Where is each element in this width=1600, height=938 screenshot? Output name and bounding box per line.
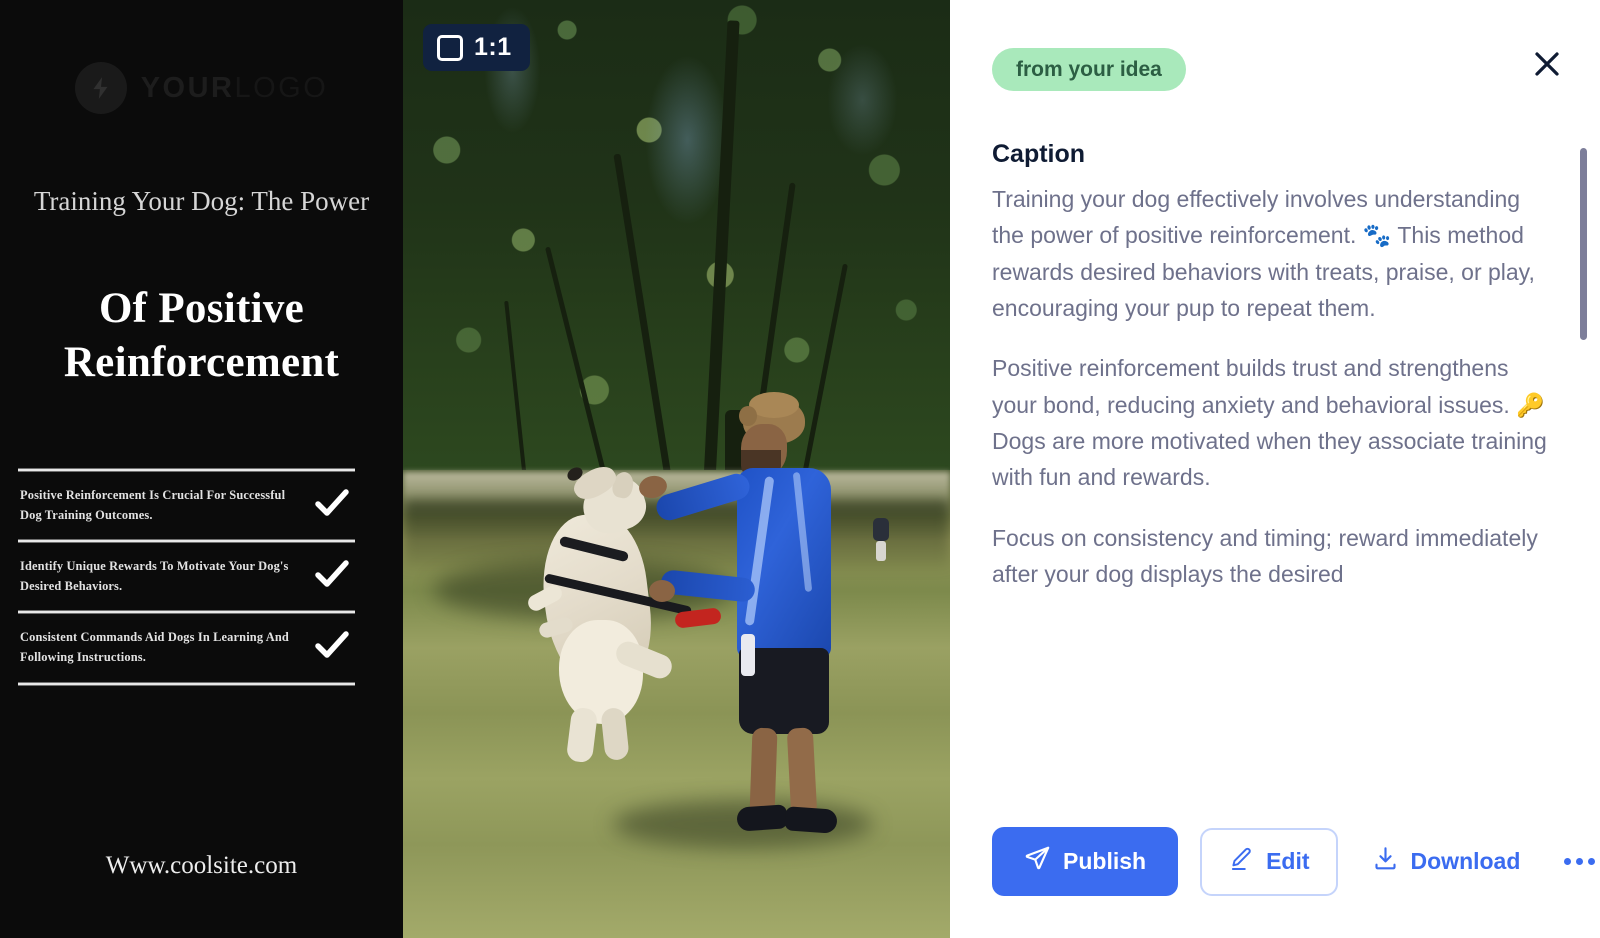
poster-preview[interactable]: YOURLOGO Training Your Dog: The Power Of… (0, 0, 403, 938)
action-bar: Publish Edit Download (992, 827, 1596, 896)
close-icon (1532, 49, 1562, 82)
edit-button[interactable]: Edit (1200, 827, 1338, 896)
check-icon (315, 488, 349, 522)
download-icon (1372, 845, 1399, 878)
content-preview-modal: YOURLOGO Training Your Dog: The Power Of… (0, 0, 1600, 938)
close-button[interactable] (1526, 44, 1568, 86)
park-dog-training-photo (403, 0, 950, 938)
poster-title-bold: Of Positive Reinforcement (63, 285, 340, 386)
check-icon (315, 560, 349, 593)
caption-paragraph: Positive reinforcement builds trust and … (992, 355, 1547, 491)
tree-canopy (403, 0, 950, 500)
checklist-item-label: Positive Reinforcement Is Crucial For Su… (20, 488, 286, 523)
poster-website-url: Www.coolsite.com (105, 852, 298, 879)
download-label: Download (1410, 848, 1521, 874)
pencil-icon (1228, 846, 1254, 878)
panel-header: from your idea (992, 48, 1564, 91)
jumping-dog (523, 460, 723, 790)
poster-logo: YOURLOGO (0, 62, 403, 114)
caption-paragraph: Training your dog effectively involves u… (992, 186, 1535, 321)
dog-trainer-person (637, 392, 863, 838)
poster-logo-text: YOURLOGO (141, 72, 329, 105)
source-badge: from your idea (992, 48, 1186, 91)
poster-logo-primary: YOUR (140, 71, 235, 104)
checklist-item-label: Consistent Commands Aid Dogs In Learning… (20, 630, 289, 665)
aspect-ratio-badge[interactable]: 1:1 (423, 24, 530, 71)
poster-checklist: Positive Reinforcement Is Crucial For Su… (18, 468, 355, 686)
edit-label: Edit (1266, 848, 1310, 874)
aspect-ratio-label: 1:1 (474, 33, 512, 61)
poster-title-light: Training Your Dog: The Power (33, 186, 370, 216)
ellipsis-icon (1564, 858, 1572, 865)
square-icon (437, 34, 463, 61)
caption-heading: Caption (992, 140, 1086, 168)
check-icon (315, 631, 349, 664)
checklist-item: Positive Reinforcement Is Crucial For Su… (18, 472, 355, 539)
caption-scrollbar[interactable] (1580, 148, 1587, 340)
caption-paragraph: Focus on consistency and timing; reward … (992, 524, 1538, 587)
distant-person (873, 518, 889, 562)
lightning-bolt-icon (74, 62, 127, 114)
caption-panel: from your idea Caption Training your dog… (950, 0, 1600, 938)
download-button[interactable]: Download (1360, 827, 1533, 896)
caption-body: Training your dog effectively involves u… (992, 181, 1572, 592)
publish-label: Publish (1063, 848, 1147, 874)
caption-scroll-area[interactable]: Caption Training your dog effectively in… (992, 140, 1572, 808)
checklist-item: Identify Unique Rewards To Motivate Your… (18, 543, 355, 610)
checklist-item-label: Identify Unique Rewards To Motivate Your… (20, 559, 289, 594)
generated-image-preview[interactable]: 1:1 (403, 0, 950, 938)
send-icon (1024, 845, 1051, 878)
more-options-button[interactable] (1554, 842, 1600, 881)
checklist-item: Consistent Commands Aid Dogs In Learning… (18, 614, 355, 681)
publish-button[interactable]: Publish (992, 827, 1179, 896)
poster-logo-secondary: LOGO (234, 71, 329, 104)
divider (18, 681, 355, 686)
